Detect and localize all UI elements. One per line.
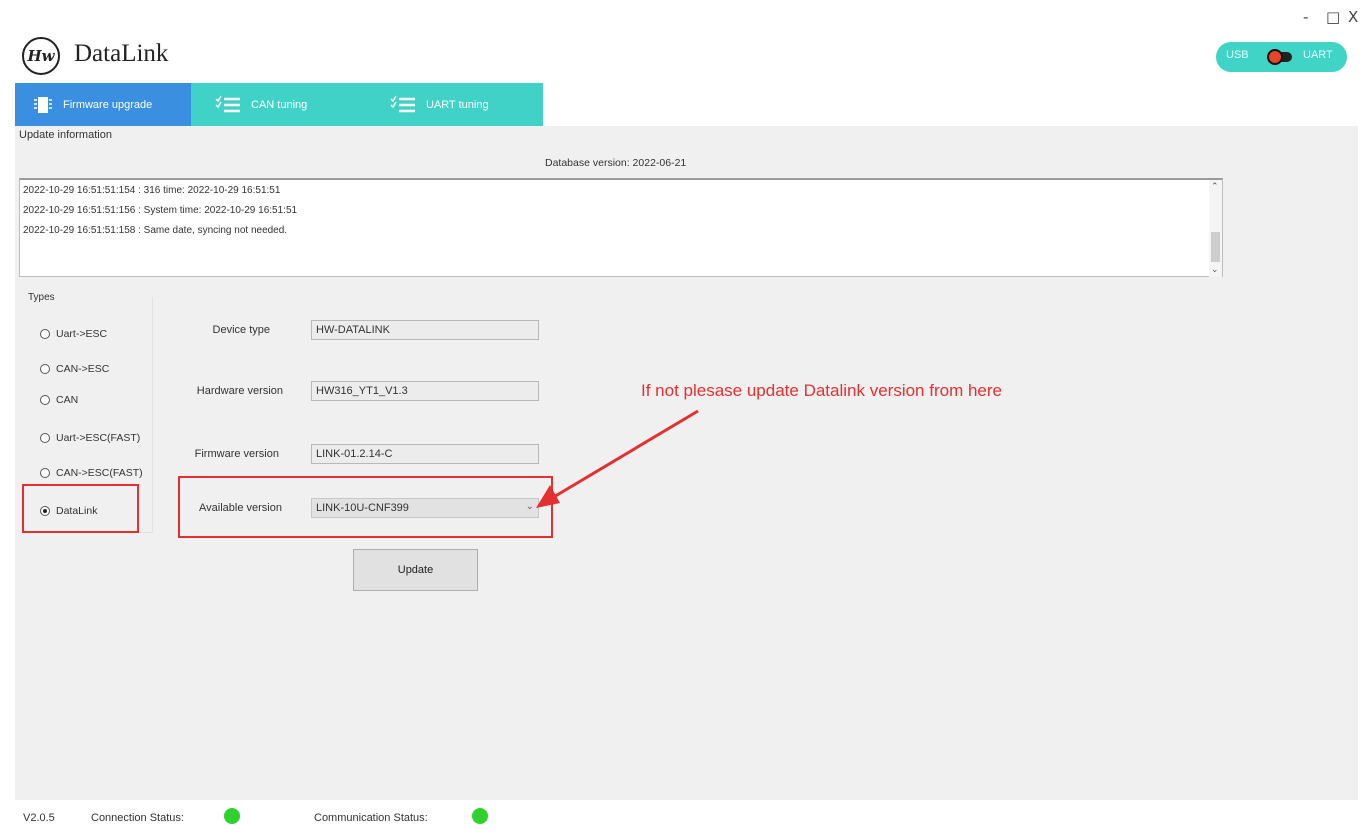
radio-label: CAN	[56, 394, 79, 406]
checklist-icon	[390, 95, 415, 112]
log-line: 2022-10-29 16:51:51:158 : Same date, syn…	[23, 225, 288, 236]
app-logo-icon: Hw	[22, 37, 60, 75]
connection-status-label: Connection Status:	[91, 812, 184, 824]
firmware-version-label: Firmware version	[194, 448, 279, 460]
toggle-knob[interactable]	[1267, 49, 1283, 65]
checklist-icon	[215, 95, 240, 112]
radio-can-esc[interactable]: CAN->ESC	[40, 363, 109, 375]
radio-button[interactable]	[40, 433, 50, 443]
tab-bar: Firmware upgrade CAN tuning UART tuning	[15, 83, 543, 126]
radio-can[interactable]: CAN	[40, 394, 78, 406]
device-type-label: Device type	[212, 324, 270, 336]
scroll-down-icon[interactable]: ⌄	[1211, 264, 1219, 275]
radio-button[interactable]	[40, 395, 50, 405]
annotation-highlight-available-version	[178, 476, 553, 538]
update-button[interactable]: Update	[353, 549, 478, 591]
annotation-arrow-icon	[536, 409, 699, 508]
communication-status-indicator	[472, 808, 488, 824]
radio-label: CAN->ESC	[56, 363, 110, 375]
radio-label: Uart->ESC	[56, 328, 108, 340]
radio-button[interactable]	[40, 468, 50, 478]
database-version: Database version: 2022-06-21	[545, 157, 687, 169]
app-title: DataLink	[74, 40, 169, 67]
log-line: 2022-10-29 16:51:51:154 : 316 time: 2022…	[23, 185, 281, 196]
annotation-text: If not plesase update Datalink version f…	[641, 381, 1002, 400]
maximize-button[interactable]: □	[1326, 8, 1340, 26]
annotation-highlight-datalink	[22, 484, 139, 533]
tab-label: CAN tuning	[251, 98, 308, 111]
radio-label: CAN->ESC(FAST)	[56, 467, 143, 479]
device-type-field: HW-DATALINK	[311, 320, 539, 340]
connection-status-indicator	[224, 808, 240, 824]
communication-status-label: Communication Status:	[314, 812, 428, 824]
radio-button[interactable]	[40, 364, 50, 374]
scroll-thumb[interactable]	[1211, 232, 1220, 262]
uart-label: UART	[1303, 49, 1333, 61]
tab-label: UART tuning	[426, 98, 489, 111]
radio-button[interactable]	[40, 329, 50, 339]
radio-uart-esc[interactable]: Uart->ESC	[40, 328, 107, 340]
scroll-up-icon[interactable]: ⌃	[1211, 181, 1219, 192]
tab-uart-tuning[interactable]: UART tuning	[390, 83, 540, 126]
usb-uart-toggle[interactable]: USB UART	[1216, 42, 1347, 72]
close-button[interactable]: X	[1348, 8, 1358, 26]
log-line: 2022-10-29 16:51:51:156 : System time: 2…	[23, 205, 298, 216]
tab-label: Firmware upgrade	[63, 98, 153, 111]
app-version: V2.0.5	[23, 812, 55, 824]
radio-uart-esc-fast[interactable]: Uart->ESC(FAST)	[40, 432, 140, 444]
tab-firmware-upgrade[interactable]: Firmware upgrade	[15, 83, 191, 126]
hardware-version-field: HW316_YT1_V1.3	[311, 381, 539, 401]
tab-can-tuning[interactable]: CAN tuning	[215, 83, 365, 126]
usb-label: USB	[1226, 49, 1249, 61]
radio-label: Uart->ESC(FAST)	[56, 432, 141, 444]
log-textarea[interactable]: 2022-10-29 16:51:51:154 : 316 time: 2022…	[19, 178, 1223, 277]
chip-icon	[34, 96, 52, 113]
minimize-button[interactable]: -	[1303, 8, 1308, 26]
log-scrollbar[interactable]: ⌃ ⌄	[1209, 180, 1222, 277]
firmware-version-field: LINK-01.2.14-C	[311, 444, 539, 464]
radio-can-esc-fast[interactable]: CAN->ESC(FAST)	[40, 467, 143, 479]
hardware-version-label: Hardware version	[196, 385, 283, 397]
update-info-title: Update information	[19, 129, 112, 141]
